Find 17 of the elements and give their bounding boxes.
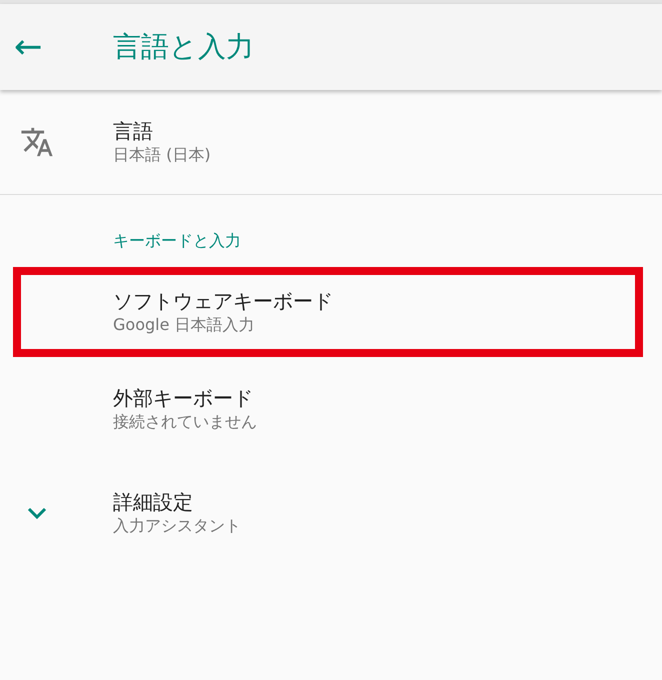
setting-title: 外部キーボード (113, 384, 254, 411)
section-header: キーボードと入力 (112, 230, 242, 252)
back-button[interactable]: ← (0, 4, 113, 90)
setting-title: ソフトウェアキーボード (113, 288, 333, 314)
setting-row[interactable]: 詳細設定 入力アシスタント (0, 461, 662, 565)
chevron-down-icon (26, 507, 46, 519)
screen-title: 言語と入力 (113, 29, 254, 65)
setting-summary: Google 日本語入力 (113, 314, 256, 336)
setting-summary: 接続されていません (113, 410, 257, 433)
translate-icon (20, 125, 54, 159)
setting-row[interactable]: 言語 日本語 (日本) (0, 90, 662, 194)
setting-title: 詳細設定 (113, 488, 194, 515)
highlighted-setting-row[interactable]: ソフトウェアキーボード Google 日本語入力 (13, 267, 643, 357)
setting-row[interactable]: 外部キーボード 接続されていません (0, 357, 662, 461)
setting-summary: 日本語 (日本) (113, 144, 211, 166)
setting-summary: 入力アシスタント (113, 514, 241, 537)
setting-title: 言語 (113, 118, 154, 144)
